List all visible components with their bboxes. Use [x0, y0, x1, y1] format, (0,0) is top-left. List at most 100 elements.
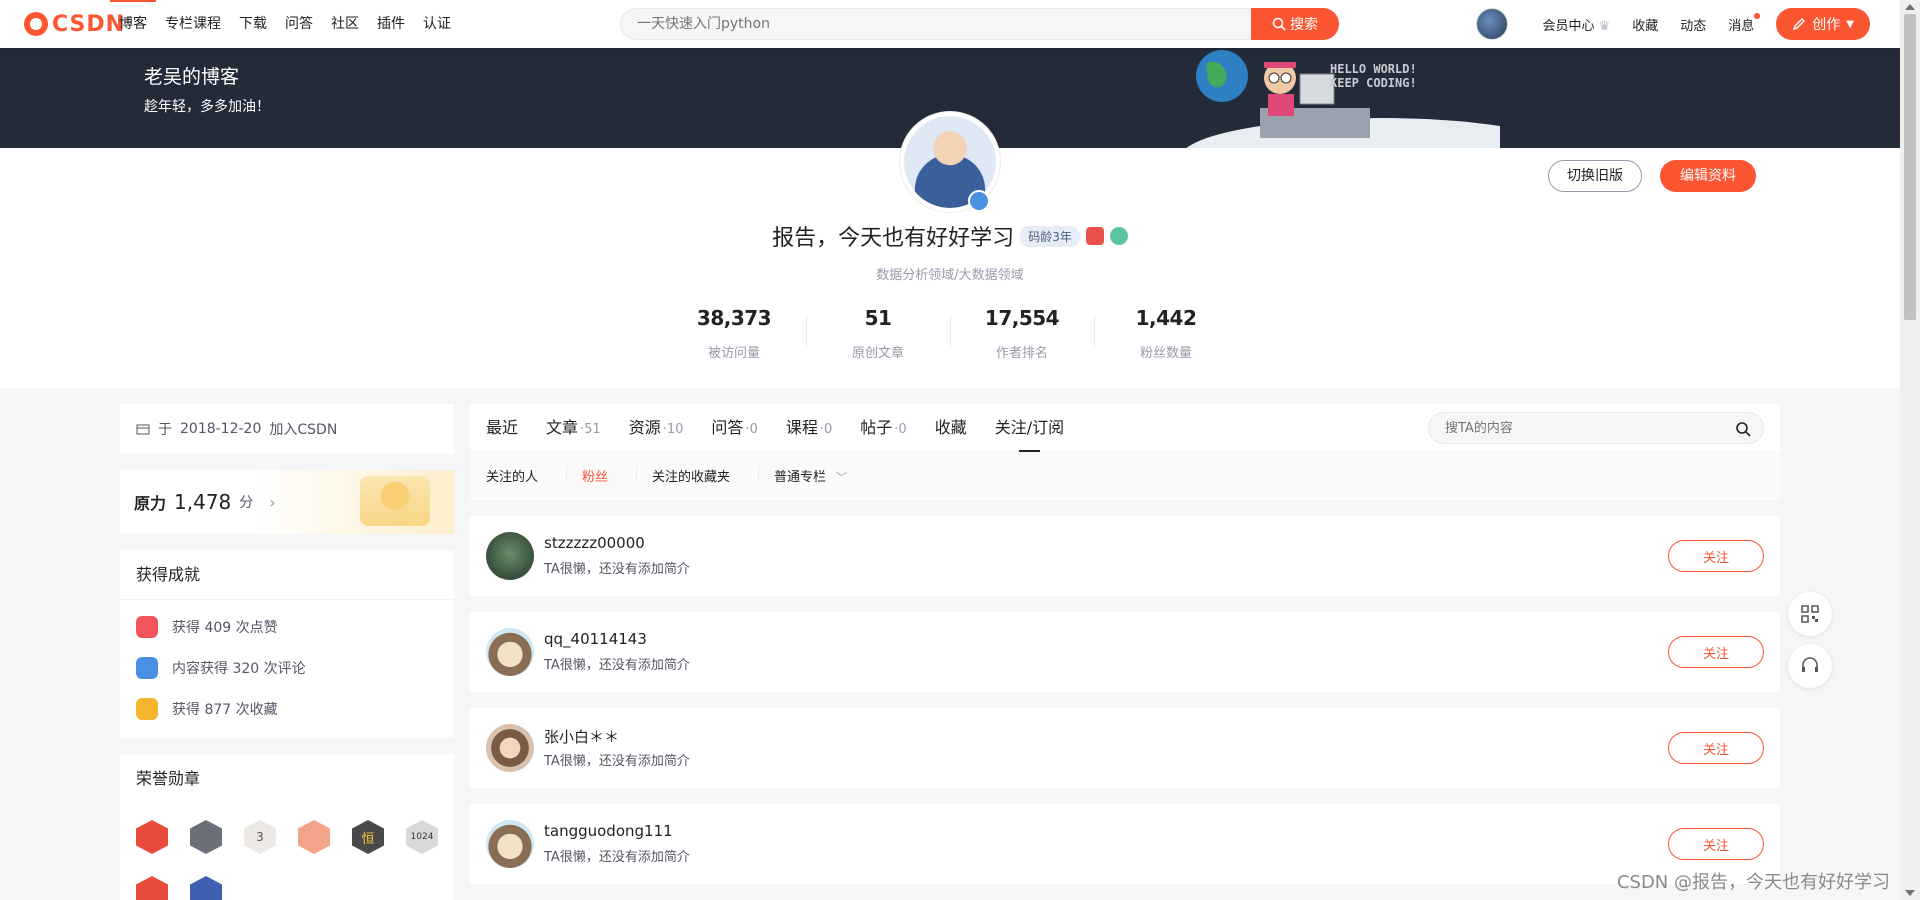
- subtab-fans[interactable]: 粉丝: [566, 466, 636, 485]
- create-button[interactable]: 创作 ▼: [1776, 8, 1870, 40]
- medal-list: 3 恒 1024: [120, 804, 450, 900]
- follow-button[interactable]: 关注: [1668, 636, 1764, 668]
- nav-link-plugin[interactable]: 插件: [368, 0, 414, 48]
- nav-link-blog[interactable]: 博客: [110, 0, 156, 48]
- tab-articles[interactable]: 文章 ·51: [546, 404, 601, 452]
- tab-favorites[interactable]: 收藏: [935, 404, 967, 452]
- headset-icon: [1802, 657, 1818, 672]
- user-desc: TA很懒，还没有添加简介: [544, 850, 690, 865]
- code-age-badge: 码龄3年: [1020, 225, 1080, 247]
- score-title: 原力: [134, 494, 167, 513]
- tab-count: ·0: [745, 421, 758, 437]
- search-icon[interactable]: [1735, 421, 1751, 437]
- follow-button[interactable]: 关注: [1668, 828, 1764, 860]
- tab-resources[interactable]: 资源 ·10: [629, 404, 684, 452]
- scroll-thumb[interactable]: [1904, 14, 1916, 320]
- stat-views: 38,373 被访问量: [662, 306, 806, 361]
- tab-courses[interactable]: 课程 ·0: [786, 404, 832, 452]
- medal-3-label: 3: [256, 830, 264, 844]
- search-button[interactable]: 搜索: [1251, 8, 1339, 40]
- scroll-up-icon[interactable]: [1905, 4, 1915, 10]
- medal-4-icon[interactable]: [298, 820, 330, 854]
- tab-recent[interactable]: 最近: [486, 404, 518, 452]
- ranking-badge-icon[interactable]: [1085, 227, 1104, 245]
- achievement-likes: 获得 409 次点赞: [120, 606, 454, 647]
- list-item: 张小白＊＊ TA很懒，还没有添加简介 关注: [470, 708, 1780, 788]
- nav-link-community[interactable]: 社区: [322, 0, 368, 48]
- search-input[interactable]: [620, 8, 1252, 40]
- achievement-text: 获得 409 次点赞: [172, 619, 278, 636]
- medal-5-icon[interactable]: 恒: [352, 820, 384, 854]
- tab-count: ·51: [580, 421, 601, 437]
- tab-count: ·10: [662, 421, 684, 437]
- achievements-card: 获得成就 获得 409 次点赞 内容获得 320 次评论 获得 877 次收藏: [120, 550, 454, 738]
- user-avatar[interactable]: [486, 532, 534, 580]
- follow-subtabs: 关注的人 粉丝 关注的收藏夹 普通专栏 ﹀: [470, 452, 1780, 499]
- tab-label: 最近: [486, 417, 519, 437]
- user-avatar[interactable]: [486, 628, 534, 676]
- user-avatar[interactable]: [1476, 8, 1509, 40]
- medal-2-icon[interactable]: [190, 820, 222, 854]
- user-name[interactable]: qq_40114143: [544, 630, 647, 648]
- nav-right: 会员中心 ♛ 收藏 动态 消息 创作 ▼: [1476, 0, 1870, 48]
- qrcode-icon: [1801, 605, 1819, 623]
- profile-card: 切换旧版 编辑资料 报告，今天也有好好学习 码龄3年 数据分析领域/大数据领域 …: [0, 112, 1900, 388]
- tab-label: 文章: [546, 417, 579, 437]
- stat-label: 被访问量: [707, 346, 760, 361]
- nav-link-courses[interactable]: 专栏课程: [156, 0, 230, 48]
- tab-follow[interactable]: 关注/订阅: [995, 404, 1064, 452]
- medal-7-icon[interactable]: [136, 876, 168, 900]
- join-date-card: 于 2018-12-20 加入CSDN: [120, 404, 454, 454]
- nav-link-cert[interactable]: 认证: [414, 0, 460, 48]
- user-name[interactable]: tangguodong111: [544, 822, 673, 840]
- user-desc: TA很懒，还没有添加简介: [544, 658, 690, 673]
- content-search-input[interactable]: [1429, 413, 1719, 443]
- join-date: 2018-12-20: [180, 421, 262, 437]
- nav-activity[interactable]: 动态: [1680, 15, 1706, 34]
- follow-button[interactable]: 关注: [1668, 732, 1764, 764]
- user-avatar[interactable]: [486, 820, 534, 868]
- user-avatar[interactable]: [486, 724, 534, 772]
- nav-favorites[interactable]: 收藏: [1632, 15, 1658, 34]
- stat-ranking: 17,554 作者排名: [950, 306, 1094, 361]
- force-score-card[interactable]: 原力 1,478 分 ›: [120, 470, 454, 534]
- nav-vip[interactable]: 会员中心 ♛: [1542, 15, 1610, 34]
- achievement-text: 内容获得 320 次评论: [172, 660, 306, 677]
- comment-icon: [136, 656, 158, 679]
- tab-posts[interactable]: 帖子 ·0: [860, 404, 906, 452]
- user-name[interactable]: 张小白＊＊: [544, 726, 619, 747]
- honors-card: 荣誉勋章 3 恒 1024: [120, 754, 454, 900]
- medal-1-icon[interactable]: [136, 820, 168, 854]
- follow-button[interactable]: 关注: [1668, 540, 1764, 572]
- page-scrollbar[interactable]: [1900, 0, 1920, 900]
- switch-old-version-button[interactable]: 切换旧版: [1548, 160, 1642, 192]
- nav-link-download[interactable]: 下载: [230, 0, 276, 48]
- tab-label: 帖子: [860, 417, 893, 437]
- customer-service-button[interactable]: [1788, 644, 1832, 688]
- caret-down-icon: ▼: [1846, 18, 1854, 30]
- scroll-down-icon[interactable]: [1905, 890, 1915, 896]
- edit-profile-button[interactable]: 编辑资料: [1660, 160, 1756, 192]
- tab-qa[interactable]: 问答 ·0: [711, 404, 757, 452]
- pen-icon: [1793, 18, 1806, 31]
- certification-badge-icon[interactable]: [1109, 227, 1128, 245]
- tab-label: 资源: [628, 417, 661, 437]
- medal-8-icon[interactable]: [190, 876, 222, 900]
- medal-6-icon[interactable]: 1024: [406, 820, 438, 854]
- nav-messages[interactable]: 消息: [1728, 12, 1761, 34]
- list-item: qq_40114143 TA很懒，还没有添加简介 关注: [470, 612, 1780, 692]
- create-button-label: 创作: [1812, 17, 1841, 33]
- stat-label: 粉丝数量: [1139, 346, 1192, 361]
- score-unit: 分: [239, 495, 254, 511]
- subtab-fav-folders[interactable]: 关注的收藏夹: [636, 466, 758, 485]
- stat-value: 1,442: [1135, 306, 1197, 330]
- subtab-columns[interactable]: 普通专栏 ﹀: [758, 466, 875, 485]
- user-name[interactable]: stzzzzz00000: [544, 534, 645, 552]
- qrcode-button[interactable]: [1788, 592, 1832, 636]
- medal-3-icon[interactable]: 3: [244, 820, 276, 854]
- trophy-illustration: [360, 476, 430, 526]
- blog-title: 老吴的博客: [144, 66, 240, 88]
- subtab-following[interactable]: 关注的人: [486, 466, 566, 485]
- logo-icon: [24, 12, 48, 36]
- nav-link-qa[interactable]: 问答: [276, 0, 322, 48]
